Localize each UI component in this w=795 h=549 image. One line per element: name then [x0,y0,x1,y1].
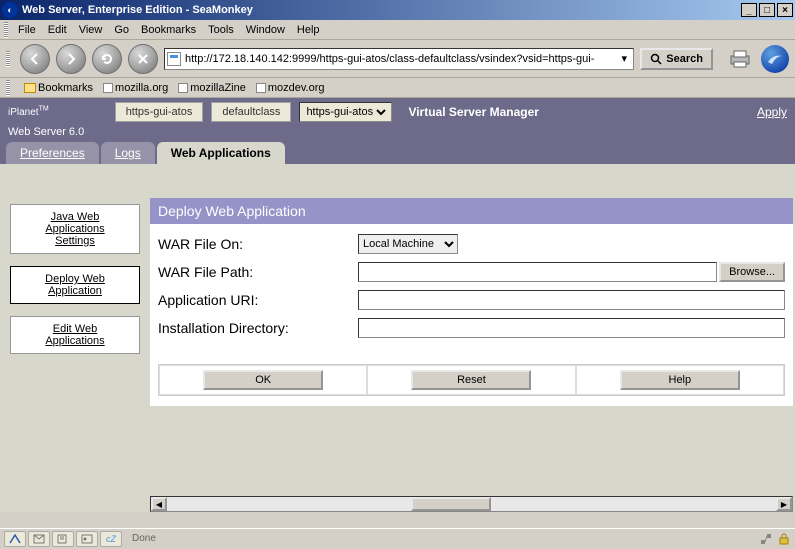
breadcrumb-server[interactable]: https-gui-atos [115,102,204,122]
bookmarks-folder-label: Bookmarks [38,82,93,94]
main-panel: Deploy Web Application WAR File On: Loca… [150,174,795,512]
folder-icon [24,83,36,93]
menu-bar: File Edit View Go Bookmarks Tools Window… [0,20,795,40]
status-bar: cZ Done [0,528,795,548]
scroll-thumb[interactable] [411,497,491,511]
inst-dir-input[interactable] [358,318,785,338]
tab-logs[interactable]: Logs [101,142,155,164]
vsm-title: Virtual Server Manager [408,105,539,119]
ok-button[interactable]: OK [203,370,323,390]
search-button[interactable]: Search [640,48,713,70]
component-address-icon[interactable] [76,531,98,547]
forward-button[interactable] [56,44,86,74]
deploy-form: WAR File On: Local Machine WAR File Path… [150,224,793,406]
vs-select[interactable]: https-gui-atos [302,105,389,119]
sidebar-item-edit[interactable]: Edit WebApplications [10,316,140,354]
component-irc-icon[interactable]: cZ [100,531,122,547]
toolbar-grip[interactable] [4,22,8,38]
help-button[interactable]: Help [620,370,740,390]
window-titlebar: ◐ Web Server, Enterprise Edition - SeaMo… [0,0,795,20]
war-on-label: WAR File On: [158,236,358,252]
menu-view[interactable]: View [73,22,109,38]
tab-preferences[interactable]: Preferences [6,142,99,164]
url-bar[interactable]: ▾ [164,48,634,70]
menu-file[interactable]: File [12,22,42,38]
sidebar-item-deploy[interactable]: Deploy WebApplication [10,266,140,304]
nav-toolbar: ▾ Search [0,40,795,78]
component-navigator-icon[interactable] [4,531,26,547]
search-label: Search [666,53,703,65]
search-icon [650,53,662,65]
component-mail-icon[interactable] [28,531,50,547]
maximize-button[interactable]: □ [759,3,775,17]
window-title: Web Server, Enterprise Edition - SeaMonk… [22,4,741,16]
app-header: iPlanetTM https-gui-atos defaultclass ht… [0,98,795,126]
offline-icon[interactable] [759,532,773,546]
breadcrumb-class[interactable]: defaultclass [211,102,291,122]
side-nav: Java WebApplicationsSettings Deploy WebA… [10,174,140,512]
horizontal-scrollbar[interactable]: ◀ ▶ [150,496,793,512]
toolbar-grip[interactable] [6,51,10,67]
brand-line2: Web Server 6.0 [0,126,795,140]
status-text: Done [132,533,757,544]
bookmark-mozillazine[interactable]: mozillaZine [178,82,246,94]
throbber-icon[interactable] [761,45,789,73]
war-path-label: WAR File Path: [158,264,358,280]
component-composer-icon[interactable] [52,531,74,547]
bookmark-icon [103,83,113,93]
url-dropdown-icon[interactable]: ▾ [617,52,631,65]
scroll-right-icon[interactable]: ▶ [776,497,792,511]
tab-web-applications[interactable]: Web Applications [157,142,285,164]
bookmark-label: mozillaZine [190,82,246,94]
print-button[interactable] [727,48,753,70]
form-button-row: OK Reset Help [158,364,785,396]
stop-button[interactable] [128,44,158,74]
war-path-input[interactable] [358,262,717,282]
page-icon [167,52,181,66]
bookmarks-toolbar: Bookmarks mozilla.org mozillaZine mozdev… [0,78,795,98]
menu-go[interactable]: Go [108,22,135,38]
inst-dir-label: Installation Directory: [158,320,358,336]
reset-button[interactable]: Reset [411,370,531,390]
breadcrumb-vs-select[interactable]: https-gui-atos [299,102,392,122]
bookmark-label: mozilla.org [115,82,168,94]
menu-edit[interactable]: Edit [42,22,73,38]
bookmark-label: mozdev.org [268,82,325,94]
menu-tools[interactable]: Tools [202,22,240,38]
bookmark-mozilla-org[interactable]: mozilla.org [103,82,168,94]
security-lock-icon[interactable] [777,532,791,546]
url-input[interactable] [185,53,617,65]
app-uri-input[interactable] [358,290,785,310]
menu-bookmarks[interactable]: Bookmarks [135,22,202,38]
scroll-left-icon[interactable]: ◀ [151,497,167,511]
browse-button[interactable]: Browse... [719,262,785,282]
toolbar-grip[interactable] [6,80,10,96]
bookmark-icon [178,83,188,93]
app-uri-label: Application URI: [158,292,358,308]
bookmark-icon [256,83,266,93]
apply-link[interactable]: Apply [757,105,787,119]
reload-button[interactable] [92,44,122,74]
brand-line1: iPlanetTM [8,107,49,118]
scroll-track[interactable] [167,497,776,511]
war-on-select[interactable]: Local Machine [358,234,458,254]
content-area: Java WebApplicationsSettings Deploy WebA… [0,164,795,512]
close-button[interactable]: × [777,3,793,17]
back-button[interactable] [20,44,50,74]
panel-title: Deploy Web Application [150,198,793,224]
bookmark-mozdev-org[interactable]: mozdev.org [256,82,325,94]
seamonkey-icon: ◐ [2,2,18,18]
menu-window[interactable]: Window [240,22,291,38]
sidebar-item-settings[interactable]: Java WebApplicationsSettings [10,204,140,254]
menu-help[interactable]: Help [291,22,326,38]
minimize-button[interactable]: _ [741,3,757,17]
bookmarks-folder[interactable]: Bookmarks [24,82,93,94]
tabs-row: Preferences Logs Web Applications [0,140,795,164]
